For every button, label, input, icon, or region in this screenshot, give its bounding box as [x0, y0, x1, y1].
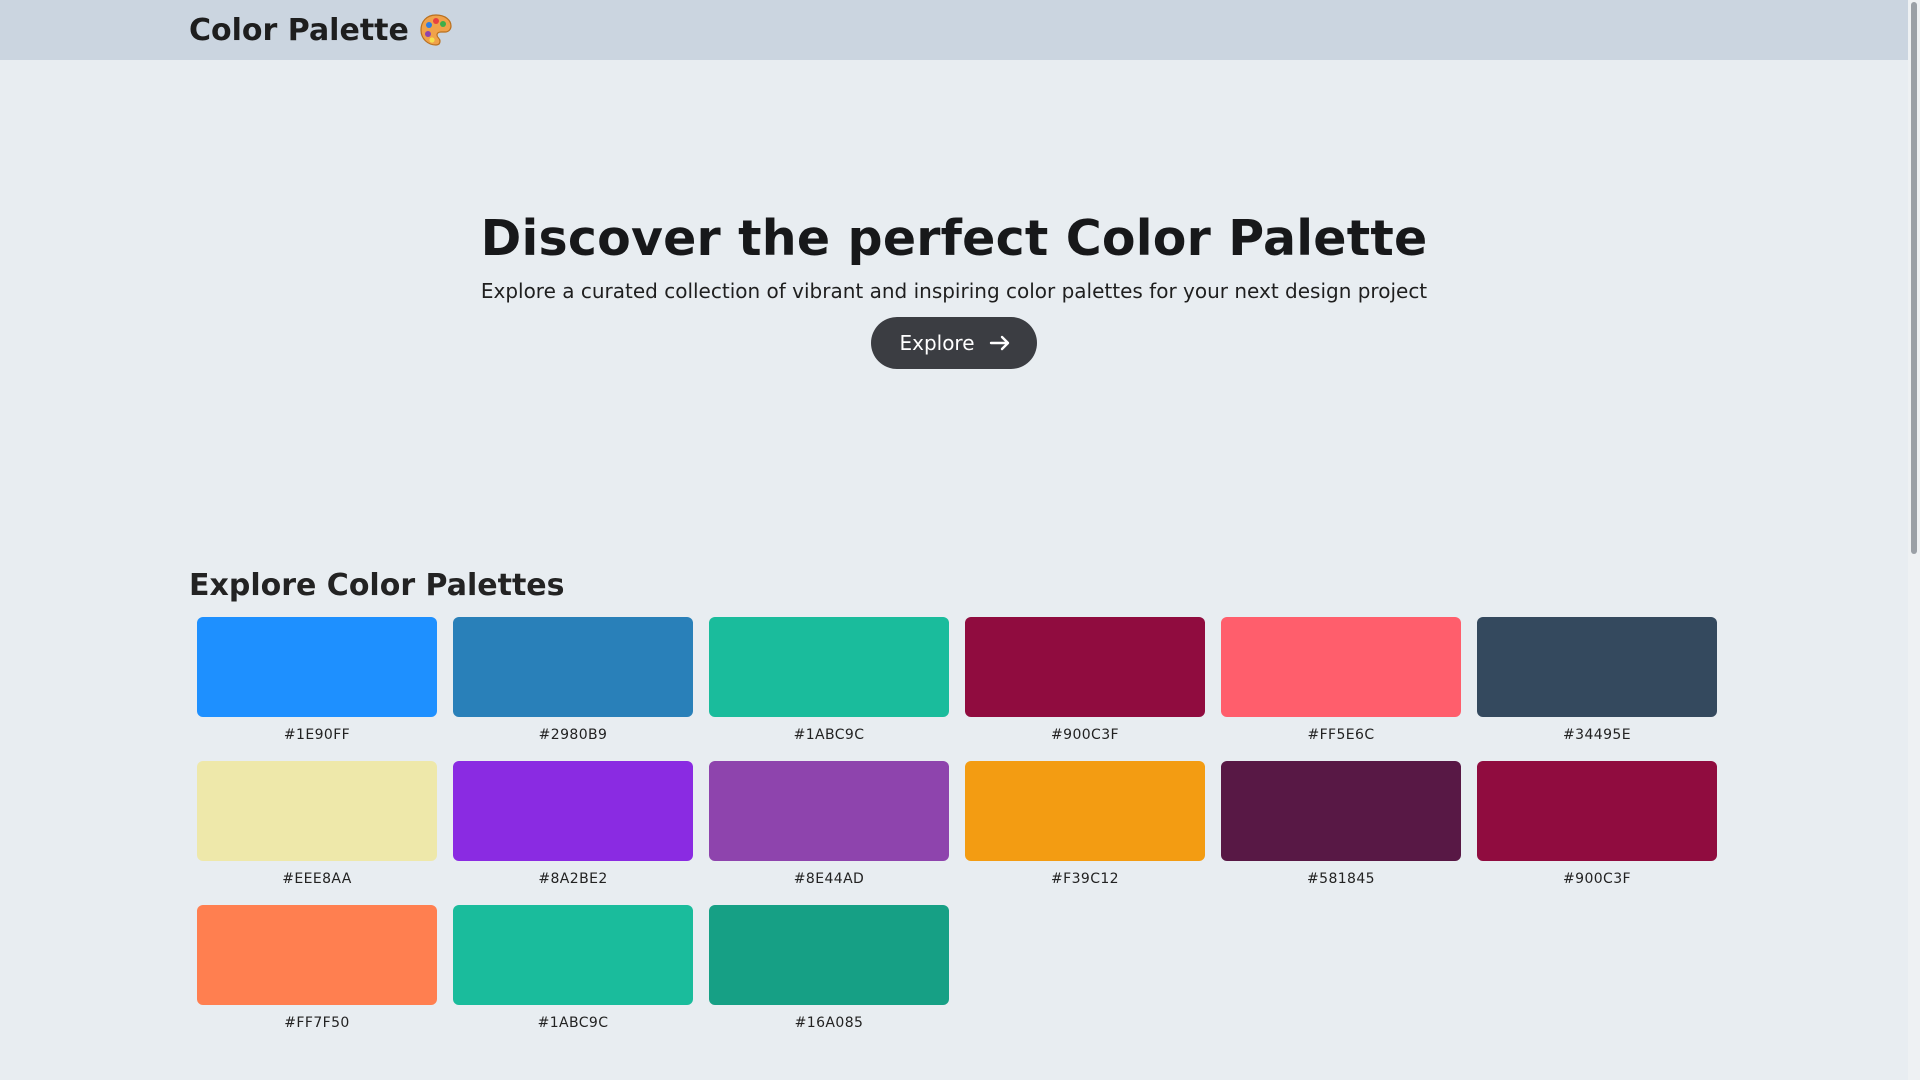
scrollbar-thumb[interactable] — [1911, 2, 1917, 554]
hex-label: #2980B9 — [538, 727, 608, 743]
palette-grid: #1E90FF #2980B9 #1ABC9C #900C3F #FF5E6C … — [197, 617, 1729, 1031]
color-swatch[interactable] — [197, 905, 437, 1005]
color-swatch[interactable] — [197, 617, 437, 717]
hex-label: #1ABC9C — [537, 1015, 609, 1031]
color-swatch[interactable] — [1477, 617, 1717, 717]
hex-label: #34495E — [1563, 727, 1631, 743]
hex-label: #900C3F — [1563, 871, 1631, 887]
palette-card[interactable]: #8A2BE2 — [453, 761, 693, 887]
hero-title: Discover the perfect Color Palette — [480, 210, 1428, 267]
color-swatch[interactable] — [1477, 761, 1717, 861]
palettes-section: Explore Color Palettes #1E90FF #2980B9 #… — [189, 568, 1729, 1031]
palette-card[interactable]: #581845 — [1221, 761, 1461, 887]
hero-section: Discover the perfect Color Palette Explo… — [0, 210, 1908, 369]
palette-card[interactable]: #FF5E6C — [1221, 617, 1461, 743]
palette-card[interactable]: #2980B9 — [453, 617, 693, 743]
palette-card[interactable]: #1E90FF — [197, 617, 437, 743]
palette-card[interactable]: #1ABC9C — [453, 905, 693, 1031]
color-swatch[interactable] — [709, 617, 949, 717]
hex-label: #8E44AD — [793, 871, 865, 887]
palette-card[interactable]: #16A085 — [709, 905, 949, 1031]
color-swatch[interactable] — [453, 617, 693, 717]
color-swatch[interactable] — [453, 905, 693, 1005]
hex-label: #16A085 — [794, 1015, 864, 1031]
palette-icon — [419, 13, 453, 47]
palette-card[interactable]: #EEE8AA — [197, 761, 437, 887]
app-title: Color Palette — [189, 12, 409, 48]
palette-card[interactable]: #34495E — [1477, 617, 1717, 743]
arrow-right-icon — [989, 332, 1011, 354]
palette-card[interactable]: #8E44AD — [709, 761, 949, 887]
color-swatch[interactable] — [1221, 761, 1461, 861]
palette-card[interactable]: #900C3F — [965, 617, 1205, 743]
explore-button[interactable]: Explore — [871, 317, 1037, 369]
color-swatch[interactable] — [965, 761, 1205, 861]
palette-card[interactable]: #1ABC9C — [709, 617, 949, 743]
hex-label: #FF5E6C — [1307, 727, 1375, 743]
hex-label: #8A2BE2 — [538, 871, 608, 887]
hex-label: #581845 — [1307, 871, 1375, 887]
hex-label: #F39C12 — [1051, 871, 1119, 887]
brand[interactable]: Color Palette — [189, 13, 453, 48]
explore-button-label: Explore — [899, 331, 975, 355]
hex-label: #EEE8AA — [282, 871, 352, 887]
scrollbar[interactable] — [1908, 0, 1920, 1080]
color-swatch[interactable] — [197, 761, 437, 861]
palette-card[interactable]: #F39C12 — [965, 761, 1205, 887]
hero-subtitle: Explore a curated collection of vibrant … — [480, 279, 1428, 303]
color-swatch[interactable] — [1221, 617, 1461, 717]
top-bar: Color Palette — [0, 0, 1908, 60]
color-swatch[interactable] — [709, 905, 949, 1005]
palette-card[interactable]: #900C3F — [1477, 761, 1717, 887]
section-title: Explore Color Palettes — [189, 568, 565, 603]
hex-label: #900C3F — [1051, 727, 1119, 743]
hex-label: #1E90FF — [283, 727, 351, 743]
color-swatch[interactable] — [453, 761, 693, 861]
hex-label: #FF7F50 — [284, 1015, 350, 1031]
color-swatch[interactable] — [965, 617, 1205, 717]
hex-label: #1ABC9C — [793, 727, 865, 743]
palette-card[interactable]: #FF7F50 — [197, 905, 437, 1031]
color-swatch[interactable] — [709, 761, 949, 861]
